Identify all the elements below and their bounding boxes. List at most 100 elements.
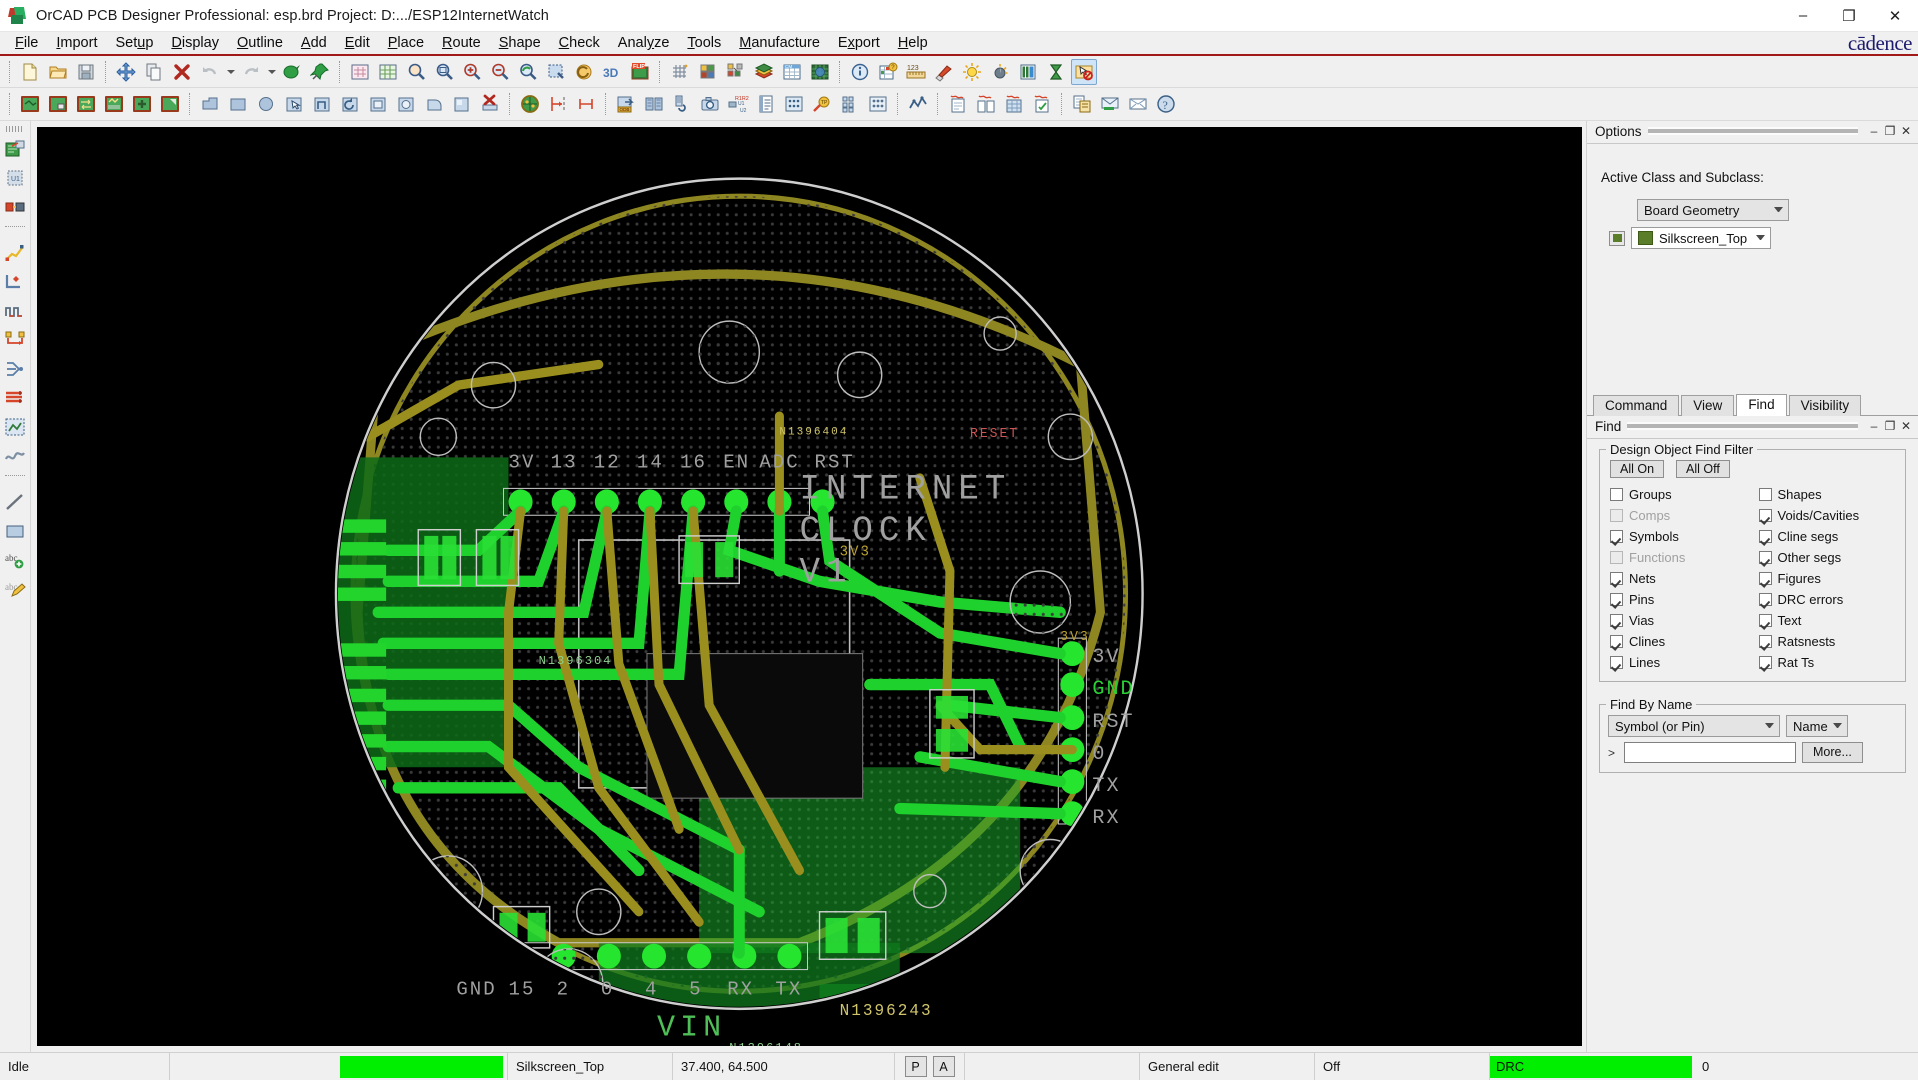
menu-manufacture[interactable]: Manufacture [730, 33, 829, 53]
reports-icon[interactable] [753, 91, 779, 117]
fit-view-icon[interactable] [347, 59, 373, 85]
cm-spreadsheet-icon[interactable]: CM [779, 59, 805, 85]
zoom-in-icon[interactable] [459, 59, 485, 85]
sig-library-icon[interactable] [973, 91, 999, 117]
placement-swap-icon[interactable] [73, 91, 99, 117]
zoom-by-points-icon[interactable] [403, 59, 429, 85]
pick-mode-button[interactable]: P [904, 1056, 927, 1077]
add-text-icon[interactable]: abc [2, 546, 29, 573]
refdes-renumber-icon[interactable]: R1R2 U1 U2 [725, 91, 751, 117]
subclass-visibility-swatch[interactable] [1609, 230, 1625, 246]
odb-export-icon[interactable]: ODB [613, 91, 639, 117]
shape-freehand-icon[interactable] [421, 91, 447, 117]
menu-tools[interactable]: Tools [678, 33, 730, 53]
3d-view-icon[interactable]: 3D [599, 59, 625, 85]
tab-command[interactable]: Command [1593, 395, 1680, 416]
checkbox-figures[interactable]: Figures [1758, 569, 1898, 588]
close-button[interactable]: ✕ [1872, 0, 1918, 32]
tab-view[interactable]: View [1681, 395, 1735, 416]
checkbox-pins[interactable]: Pins [1610, 590, 1749, 609]
expand-chevron-icon[interactable]: > [1608, 746, 1618, 760]
options-close-button[interactable]: ✕ [1898, 123, 1914, 139]
drc-markers-icon[interactable] [1069, 91, 1095, 117]
subclass-icon[interactable] [723, 59, 749, 85]
shape-rect-icon[interactable] [225, 91, 251, 117]
color192-icon[interactable] [695, 59, 721, 85]
checkbox-lines[interactable]: Lines [1610, 653, 1749, 672]
checkbox-text[interactable]: Text [1758, 611, 1898, 630]
dimension-right-icon[interactable] [545, 91, 571, 117]
active-subclass-combo[interactable]: Silkscreen_Top [1631, 227, 1771, 249]
menu-analyze[interactable]: Analyze [609, 33, 679, 53]
info-icon[interactable] [847, 59, 873, 85]
add-rect-icon[interactable] [2, 517, 29, 544]
menu-display[interactable]: Display [162, 33, 228, 53]
find-more-button[interactable]: More... [1802, 742, 1863, 763]
light-bulb-icon[interactable] [959, 59, 985, 85]
tab-visibility[interactable]: Visibility [1788, 395, 1862, 416]
checkbox-nets[interactable]: Nets [1610, 569, 1749, 588]
shape-circle-void-icon[interactable] [393, 91, 419, 117]
active-class-combo[interactable]: Board Geometry [1637, 199, 1789, 221]
placement-move-icon[interactable] [129, 91, 155, 117]
drc-envelope-icon[interactable] [1125, 91, 1151, 117]
checkbox-cline-segs[interactable]: Cline segs [1758, 527, 1898, 546]
menu-check[interactable]: Check [550, 33, 609, 53]
shape-select-icon[interactable] [281, 91, 307, 117]
grid-toggle-icon[interactable] [667, 59, 693, 85]
route-bus-icon[interactable] [2, 384, 29, 411]
measure-icon[interactable]: 123 [903, 59, 929, 85]
options-panel-grip[interactable] [1647, 127, 1858, 135]
shape-delete-icon[interactable] [477, 91, 503, 117]
shape-rotate-icon[interactable] [337, 91, 363, 117]
slide-icon[interactable] [2, 268, 29, 295]
copy-icon[interactable] [141, 59, 167, 85]
undo-dropdown-icon[interactable] [224, 59, 237, 85]
maximize-button[interactable]: ❐ [1826, 0, 1872, 32]
add-line-icon[interactable] [2, 488, 29, 515]
place-manual-icon[interactable] [2, 135, 29, 162]
menu-help[interactable]: Help [889, 33, 937, 53]
tab-find[interactable]: Find [1736, 394, 1787, 416]
zoom-selection-icon[interactable] [543, 59, 569, 85]
help-icon[interactable]: ? [1153, 91, 1179, 117]
zoom-previous-icon[interactable] [515, 59, 541, 85]
checkbox-groups[interactable]: Groups [1610, 485, 1749, 504]
menu-shape[interactable]: Shape [490, 33, 550, 53]
find-close-button[interactable]: ✕ [1898, 418, 1914, 434]
grid-view-icon[interactable] [375, 59, 401, 85]
checkbox-ratsnests[interactable]: Ratsnests [1758, 632, 1898, 651]
checkbox-clines[interactable]: Clines [1610, 632, 1749, 651]
find-object-type-combo[interactable]: Symbol (or Pin) [1608, 715, 1780, 737]
layers-icon[interactable] [751, 59, 777, 85]
menu-route[interactable]: Route [433, 33, 490, 53]
global-dynamic-icon[interactable] [517, 91, 543, 117]
hourglass-icon[interactable] [1043, 59, 1069, 85]
dim-icon[interactable] [987, 59, 1013, 85]
checkbox-shapes[interactable]: Shapes [1758, 485, 1898, 504]
status-drc-badge[interactable]: DRC [1490, 1055, 1692, 1078]
placement-edit-icon[interactable] [17, 91, 43, 117]
find-minimize-button[interactable]: – [1866, 418, 1882, 434]
cursor-disable-icon[interactable] [1071, 58, 1097, 85]
color-palette-icon[interactable] [279, 59, 305, 85]
place-connector-icon[interactable] [2, 193, 29, 220]
find-match-type-combo[interactable]: Name [1786, 715, 1848, 737]
options-float-button[interactable]: ❐ [1882, 123, 1898, 139]
zoom-out-icon[interactable] [487, 59, 513, 85]
shape-square-void-icon[interactable] [365, 91, 391, 117]
redo-icon[interactable] [238, 59, 264, 85]
property-edit-icon[interactable]: ? [875, 59, 901, 85]
pcb-canvas[interactable]: 3V 13 12 14 16 EN ADC RST GND 15 2 0 4 5… [37, 127, 1582, 1046]
shape-edit-boundary-icon[interactable] [309, 91, 335, 117]
shape-manual-void-icon[interactable] [449, 91, 475, 117]
menu-add[interactable]: Add [292, 33, 336, 53]
redo-dropdown-icon[interactable] [265, 59, 278, 85]
undo-icon[interactable] [197, 59, 223, 85]
dimension-both-icon[interactable] [573, 91, 599, 117]
flip-design-icon[interactable]: FLIP [627, 59, 653, 85]
world-view-icon[interactable] [807, 59, 833, 85]
menu-setup[interactable]: Setup [106, 33, 162, 53]
find-float-button[interactable]: ❐ [1882, 418, 1898, 434]
route-fanout-icon[interactable] [2, 355, 29, 382]
